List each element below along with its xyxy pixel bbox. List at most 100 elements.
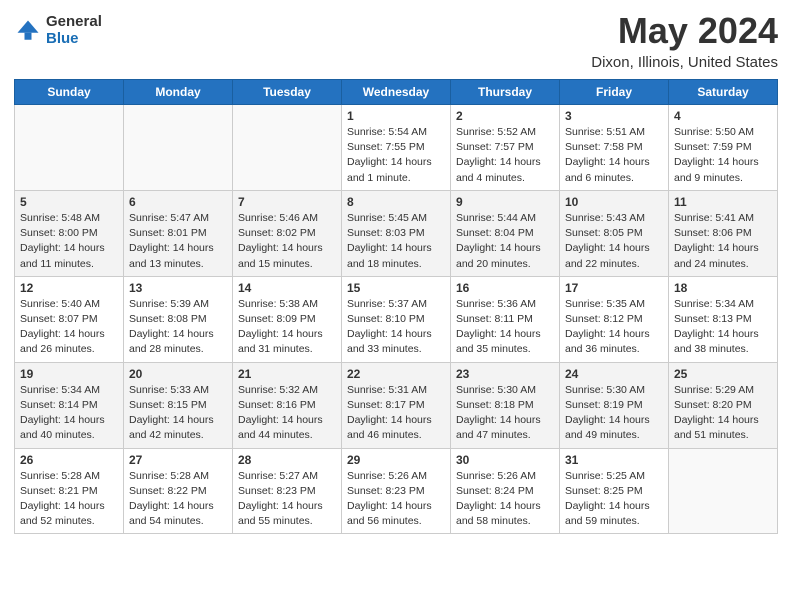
cell-w2-d6: 10 Sunrise: 5:43 AMSunset: 8:05 PMDayligh… — [560, 190, 669, 276]
day-info-24: Sunrise: 5:30 AMSunset: 8:19 PMDaylight:… — [565, 383, 663, 444]
cell-w1-d6: 3 Sunrise: 5:51 AMSunset: 7:58 PMDaylight… — [560, 105, 669, 191]
day-info-19: Sunrise: 5:34 AMSunset: 8:14 PMDaylight:… — [20, 383, 118, 444]
day-info-18: Sunrise: 5:34 AMSunset: 8:13 PMDaylight:… — [674, 297, 772, 358]
day-info-28: Sunrise: 5:27 AMSunset: 8:23 PMDaylight:… — [238, 469, 336, 530]
cell-w3-d3: 14Sunrise: 5:38 AMSunset: 8:09 PMDayligh… — [233, 276, 342, 362]
day-number-21: 21 — [238, 367, 336, 381]
cell-w4-d2: 20 Sunrise: 5:33 AMSunset: 8:15 PMDayligh… — [124, 362, 233, 448]
cell-w3-d7: 18 Sunrise: 5:34 AMSunset: 8:13 PMDayligh… — [669, 276, 778, 362]
day-info-21: Sunrise: 5:32 AMSunset: 8:16 PMDaylight:… — [238, 383, 336, 444]
cell-w2-d5: 9Sunrise: 5:44 AMSunset: 8:04 PMDaylight… — [451, 190, 560, 276]
day-number-20: 20 — [129, 367, 227, 381]
day-info-15: Sunrise: 5:37 AMSunset: 8:10 PMDaylight:… — [347, 297, 445, 358]
cell-w1-d7: 4Sunrise: 5:50 AMSunset: 7:59 PMDaylight… — [669, 105, 778, 191]
logo: General Blue — [14, 14, 102, 47]
cell-w5-d6: 31Sunrise: 5:25 AMSunset: 8:25 PMDayligh… — [560, 448, 669, 534]
cell-w5-d1: 26Sunrise: 5:28 AMSunset: 8:21 PMDayligh… — [15, 448, 124, 534]
cell-w1-d5: 2 Sunrise: 5:52 AMSunset: 7:57 PMDaylight… — [451, 105, 560, 191]
day-info-17: Sunrise: 5:35 AMSunset: 8:12 PMDaylight:… — [565, 297, 663, 358]
day-info-29: Sunrise: 5:26 AMSunset: 8:23 PMDaylight:… — [347, 469, 445, 530]
day-number-11: 11 — [674, 195, 772, 209]
header-row: Sunday Monday Tuesday Wednesday Thursday… — [15, 80, 778, 105]
cell-w4-d3: 21 Sunrise: 5:32 AMSunset: 8:16 PMDayligh… — [233, 362, 342, 448]
day-info-23: Sunrise: 5:30 AMSunset: 8:18 PMDaylight:… — [456, 383, 554, 444]
day-number-27: 27 — [129, 453, 227, 467]
day-info-20: Sunrise: 5:33 AMSunset: 8:15 PMDaylight:… — [129, 383, 227, 444]
day-number-2: 2 — [456, 109, 554, 123]
subtitle: Dixon, Illinois, United States — [591, 54, 778, 71]
col-monday: Monday — [124, 80, 233, 105]
cell-w2-d7: 11 Sunrise: 5:41 AMSunset: 8:06 PMDayligh… — [669, 190, 778, 276]
day-info-1: Sunrise: 5:54 AMSunset: 7:55 PMDaylight:… — [347, 125, 445, 186]
day-number-24: 24 — [565, 367, 663, 381]
day-number-29: 29 — [347, 453, 445, 467]
day-info-31: Sunrise: 5:25 AMSunset: 8:25 PMDaylight:… — [565, 469, 663, 530]
day-number-25: 25 — [674, 367, 772, 381]
day-info-30: Sunrise: 5:26 AMSunset: 8:24 PMDaylight:… — [456, 469, 554, 530]
cell-w4-d6: 24 Sunrise: 5:30 AMSunset: 8:19 PMDayligh… — [560, 362, 669, 448]
cell-w1-d4: 1 Sunrise: 5:54 AMSunset: 7:55 PMDaylight… — [342, 105, 451, 191]
cell-w3-d4: 15 Sunrise: 5:37 AMSunset: 8:10 PMDayligh… — [342, 276, 451, 362]
cell-w4-d1: 19 Sunrise: 5:34 AMSunset: 8:14 PMDayligh… — [15, 362, 124, 448]
cell-w5-d2: 27 Sunrise: 5:28 AMSunset: 8:22 PMDayligh… — [124, 448, 233, 534]
day-number-15: 15 — [347, 281, 445, 295]
day-info-10: Sunrise: 5:43 AMSunset: 8:05 PMDaylight:… — [565, 211, 663, 272]
logo-icon — [14, 17, 42, 45]
day-number-28: 28 — [238, 453, 336, 467]
day-number-12: 12 — [20, 281, 118, 295]
page: General Blue May 2024 Dixon, Illinois, U… — [0, 0, 792, 612]
col-tuesday: Tuesday — [233, 80, 342, 105]
week-row-2: 5 Sunrise: 5:48 AMSunset: 8:00 PMDaylight… — [15, 190, 778, 276]
day-info-22: Sunrise: 5:31 AMSunset: 8:17 PMDaylight:… — [347, 383, 445, 444]
col-saturday: Saturday — [669, 80, 778, 105]
cell-w3-d1: 12Sunrise: 5:40 AMSunset: 8:07 PMDayligh… — [15, 276, 124, 362]
cell-w5-d4: 29 Sunrise: 5:26 AMSunset: 8:23 PMDayligh… — [342, 448, 451, 534]
day-info-5: Sunrise: 5:48 AMSunset: 8:00 PMDaylight:… — [20, 211, 118, 272]
day-number-23: 23 — [456, 367, 554, 381]
col-sunday: Sunday — [15, 80, 124, 105]
day-info-26: Sunrise: 5:28 AMSunset: 8:21 PMDaylight:… — [20, 469, 118, 530]
cell-w3-d2: 13Sunrise: 5:39 AMSunset: 8:08 PMDayligh… — [124, 276, 233, 362]
day-info-27: Sunrise: 5:28 AMSunset: 8:22 PMDaylight:… — [129, 469, 227, 530]
day-number-6: 6 — [129, 195, 227, 209]
cell-w2-d2: 6 Sunrise: 5:47 AMSunset: 8:01 PMDaylight… — [124, 190, 233, 276]
week-row-1: 1 Sunrise: 5:54 AMSunset: 7:55 PMDaylight… — [15, 105, 778, 191]
day-number-10: 10 — [565, 195, 663, 209]
day-info-11: Sunrise: 5:41 AMSunset: 8:06 PMDaylight:… — [674, 211, 772, 272]
day-number-1: 1 — [347, 109, 445, 123]
day-info-13: Sunrise: 5:39 AMSunset: 8:08 PMDaylight:… — [129, 297, 227, 358]
cell-w3-d6: 17 Sunrise: 5:35 AMSunset: 8:12 PMDayligh… — [560, 276, 669, 362]
cell-w5-d5: 30 Sunrise: 5:26 AMSunset: 8:24 PMDayligh… — [451, 448, 560, 534]
logo-blue-text: Blue — [46, 31, 102, 48]
logo-general-text: General — [46, 14, 102, 31]
title-section: May 2024 Dixon, Illinois, United States — [591, 10, 778, 71]
day-info-2: Sunrise: 5:52 AMSunset: 7:57 PMDaylight:… — [456, 125, 554, 186]
day-info-8: Sunrise: 5:45 AMSunset: 8:03 PMDaylight:… — [347, 211, 445, 272]
cell-w1-d1 — [15, 105, 124, 191]
week-row-3: 12Sunrise: 5:40 AMSunset: 8:07 PMDayligh… — [15, 276, 778, 362]
day-info-6: Sunrise: 5:47 AMSunset: 8:01 PMDaylight:… — [129, 211, 227, 272]
main-title: May 2024 — [591, 10, 778, 52]
cell-w4-d5: 23 Sunrise: 5:30 AMSunset: 8:18 PMDayligh… — [451, 362, 560, 448]
col-thursday: Thursday — [451, 80, 560, 105]
week-row-4: 19 Sunrise: 5:34 AMSunset: 8:14 PMDayligh… — [15, 362, 778, 448]
day-number-3: 3 — [565, 109, 663, 123]
day-number-18: 18 — [674, 281, 772, 295]
day-number-14: 14 — [238, 281, 336, 295]
day-info-3: Sunrise: 5:51 AMSunset: 7:58 PMDaylight:… — [565, 125, 663, 186]
day-number-4: 4 — [674, 109, 772, 123]
day-number-19: 19 — [20, 367, 118, 381]
day-info-16: Sunrise: 5:36 AMSunset: 8:11 PMDaylight:… — [456, 297, 554, 358]
day-number-30: 30 — [456, 453, 554, 467]
cell-w2-d3: 7Sunrise: 5:46 AMSunset: 8:02 PMDaylight… — [233, 190, 342, 276]
cell-w2-d4: 8 Sunrise: 5:45 AMSunset: 8:03 PMDaylight… — [342, 190, 451, 276]
day-number-5: 5 — [20, 195, 118, 209]
day-number-8: 8 — [347, 195, 445, 209]
cell-w3-d5: 16Sunrise: 5:36 AMSunset: 8:11 PMDayligh… — [451, 276, 560, 362]
cell-w4-d7: 25Sunrise: 5:29 AMSunset: 8:20 PMDayligh… — [669, 362, 778, 448]
day-number-17: 17 — [565, 281, 663, 295]
day-info-9: Sunrise: 5:44 AMSunset: 8:04 PMDaylight:… — [456, 211, 554, 272]
cell-w5-d3: 28 Sunrise: 5:27 AMSunset: 8:23 PMDayligh… — [233, 448, 342, 534]
cell-w1-d3 — [233, 105, 342, 191]
col-friday: Friday — [560, 80, 669, 105]
